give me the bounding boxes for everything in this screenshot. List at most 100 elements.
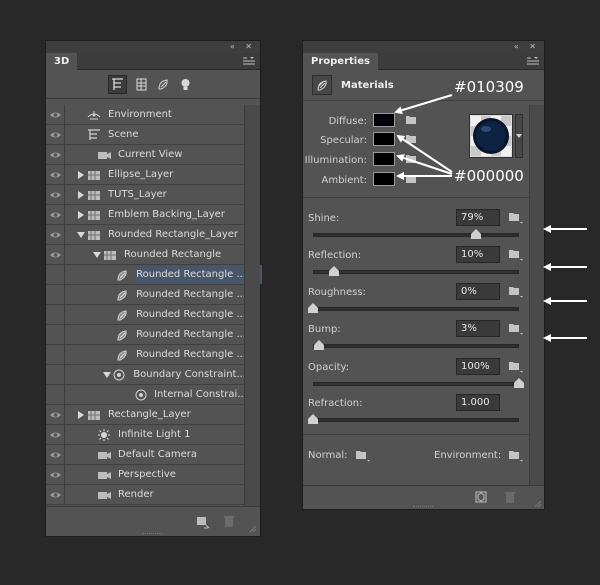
visibility-eye-icon[interactable] xyxy=(49,251,62,259)
environment-folder-icon[interactable] xyxy=(508,449,524,462)
visibility-toggle[interactable] xyxy=(46,185,65,204)
slider-thumb[interactable] xyxy=(314,340,325,350)
visibility-toggle[interactable] xyxy=(46,225,65,244)
expand-arrow-icon[interactable] xyxy=(78,170,84,179)
tree-row[interactable]: Internal Constrai... xyxy=(46,385,246,405)
tree-row[interactable]: Perspective xyxy=(46,465,246,485)
tree-row[interactable]: Default Camera xyxy=(46,445,246,465)
tab-3d[interactable]: 3D xyxy=(46,53,78,70)
tree-row[interactable]: Rounded Rectangle ... xyxy=(46,285,246,305)
color-swatch[interactable] xyxy=(373,172,395,186)
tree-row[interactable]: Current View xyxy=(46,145,246,165)
panel-menu-icon[interactable] xyxy=(242,56,256,66)
visibility-toggle[interactable] xyxy=(46,385,65,404)
visibility-eye-icon[interactable] xyxy=(49,111,62,119)
tree-row[interactable]: Ellipse_Layer xyxy=(46,165,246,185)
texture-folder-icon[interactable] xyxy=(508,360,524,373)
slider-thumb[interactable] xyxy=(514,378,524,388)
expander[interactable] xyxy=(76,410,86,419)
panel-menu-icon[interactable] xyxy=(526,56,540,66)
tree-row[interactable]: Render xyxy=(46,485,246,505)
visibility-toggle[interactable] xyxy=(46,105,65,124)
visibility-eye-icon[interactable] xyxy=(49,191,62,199)
slider-value-field[interactable]: 1.000 xyxy=(456,394,500,411)
visibility-eye-icon[interactable] xyxy=(49,491,62,499)
scene-filter-button[interactable] xyxy=(108,75,127,94)
expand-arrow-icon[interactable] xyxy=(78,190,84,199)
visibility-toggle[interactable] xyxy=(46,485,65,504)
visibility-toggle[interactable] xyxy=(46,345,65,364)
expander[interactable] xyxy=(76,170,86,179)
expander[interactable] xyxy=(76,190,86,199)
slider-track[interactable] xyxy=(313,233,519,237)
resize-handle[interactable] xyxy=(413,506,433,508)
new-light-icon[interactable] xyxy=(196,516,210,529)
texture-folder-icon[interactable] xyxy=(405,134,417,144)
expand-arrow-icon[interactable] xyxy=(78,410,84,419)
tree-row[interactable]: Scene xyxy=(46,125,246,145)
material-preview[interactable] xyxy=(469,114,513,158)
resize-grip-icon[interactable] xyxy=(249,525,257,533)
visibility-toggle[interactable] xyxy=(46,365,65,384)
slider-thumb[interactable] xyxy=(470,229,481,239)
tree-row[interactable]: TUTS_Layer xyxy=(46,185,246,205)
visibility-toggle[interactable] xyxy=(46,465,65,484)
tree-row[interactable]: Environment xyxy=(46,105,246,125)
tree-row[interactable]: Rounded Rectangle xyxy=(46,245,246,265)
visibility-toggle[interactable] xyxy=(46,285,65,304)
resize-handle[interactable] xyxy=(142,533,162,535)
collapse-arrow-icon[interactable] xyxy=(93,251,101,258)
visibility-eye-icon[interactable] xyxy=(49,451,62,459)
expander[interactable] xyxy=(76,210,86,219)
visibility-toggle[interactable] xyxy=(46,125,65,144)
collapse-arrow-icon[interactable] xyxy=(102,371,111,378)
collapse-close-controls[interactable]: « ✕ xyxy=(230,41,256,53)
visibility-toggle[interactable] xyxy=(46,265,65,284)
expand-arrow-icon[interactable] xyxy=(78,210,84,219)
texture-folder-icon[interactable] xyxy=(508,211,524,224)
visibility-eye-icon[interactable] xyxy=(49,211,62,219)
texture-folder-icon[interactable] xyxy=(405,174,417,184)
color-swatch[interactable] xyxy=(373,152,395,166)
visibility-toggle[interactable] xyxy=(46,165,65,184)
slider-track[interactable] xyxy=(313,344,519,348)
properties-scrollbar[interactable] xyxy=(529,105,544,485)
visibility-eye-icon[interactable] xyxy=(49,231,62,239)
tree-row[interactable]: Rounded Rectangle ... xyxy=(46,325,246,345)
tab-properties[interactable]: Properties xyxy=(303,53,378,70)
visibility-toggle[interactable] xyxy=(46,445,65,464)
visibility-toggle[interactable] xyxy=(46,405,65,424)
tree-row[interactable]: Rounded Rectangle ... xyxy=(46,305,246,325)
texture-folder-icon[interactable] xyxy=(405,115,417,125)
slider-value-field[interactable]: 10% xyxy=(456,246,500,263)
delete-icon[interactable] xyxy=(504,491,516,504)
slider-value-field[interactable]: 3% xyxy=(456,320,500,337)
collapse-close-controls[interactable]: « ✕ xyxy=(514,41,540,53)
visibility-toggle[interactable] xyxy=(46,425,65,444)
light-filter-button[interactable] xyxy=(176,75,195,94)
preview-dropdown-button[interactable] xyxy=(515,114,523,158)
slider-value-field[interactable]: 0% xyxy=(456,283,500,300)
slider-value-field[interactable]: 79% xyxy=(456,209,500,226)
expander[interactable] xyxy=(102,371,112,378)
normal-folder-icon[interactable] xyxy=(355,449,371,462)
tree-row[interactable]: Emblem Backing_Layer xyxy=(46,205,246,225)
resize-grip-icon[interactable] xyxy=(534,500,542,508)
color-swatch[interactable] xyxy=(373,132,395,146)
slider-track[interactable] xyxy=(313,270,519,274)
visibility-toggle[interactable] xyxy=(46,205,65,224)
color-swatch[interactable] xyxy=(373,113,395,127)
tree-row[interactable]: Infinite Light 1 xyxy=(46,425,246,445)
tree-row[interactable]: Boundary Constraint... xyxy=(46,365,246,385)
render-icon[interactable] xyxy=(475,491,487,503)
material-filter-button[interactable] xyxy=(154,75,173,94)
mesh-filter-button[interactable] xyxy=(132,75,151,94)
tree-row[interactable]: Rounded Rectangle ... xyxy=(46,265,262,285)
slider-track[interactable] xyxy=(313,307,519,311)
slider-thumb[interactable] xyxy=(308,303,318,313)
tree-row[interactable]: Rounded Rectangle ... xyxy=(46,345,246,365)
slider-value-field[interactable]: 100% xyxy=(456,358,500,375)
slider-thumb[interactable] xyxy=(328,266,339,276)
visibility-eye-icon[interactable] xyxy=(49,151,62,159)
tree-row[interactable]: Rounded Rectangle_Layer xyxy=(46,225,246,245)
